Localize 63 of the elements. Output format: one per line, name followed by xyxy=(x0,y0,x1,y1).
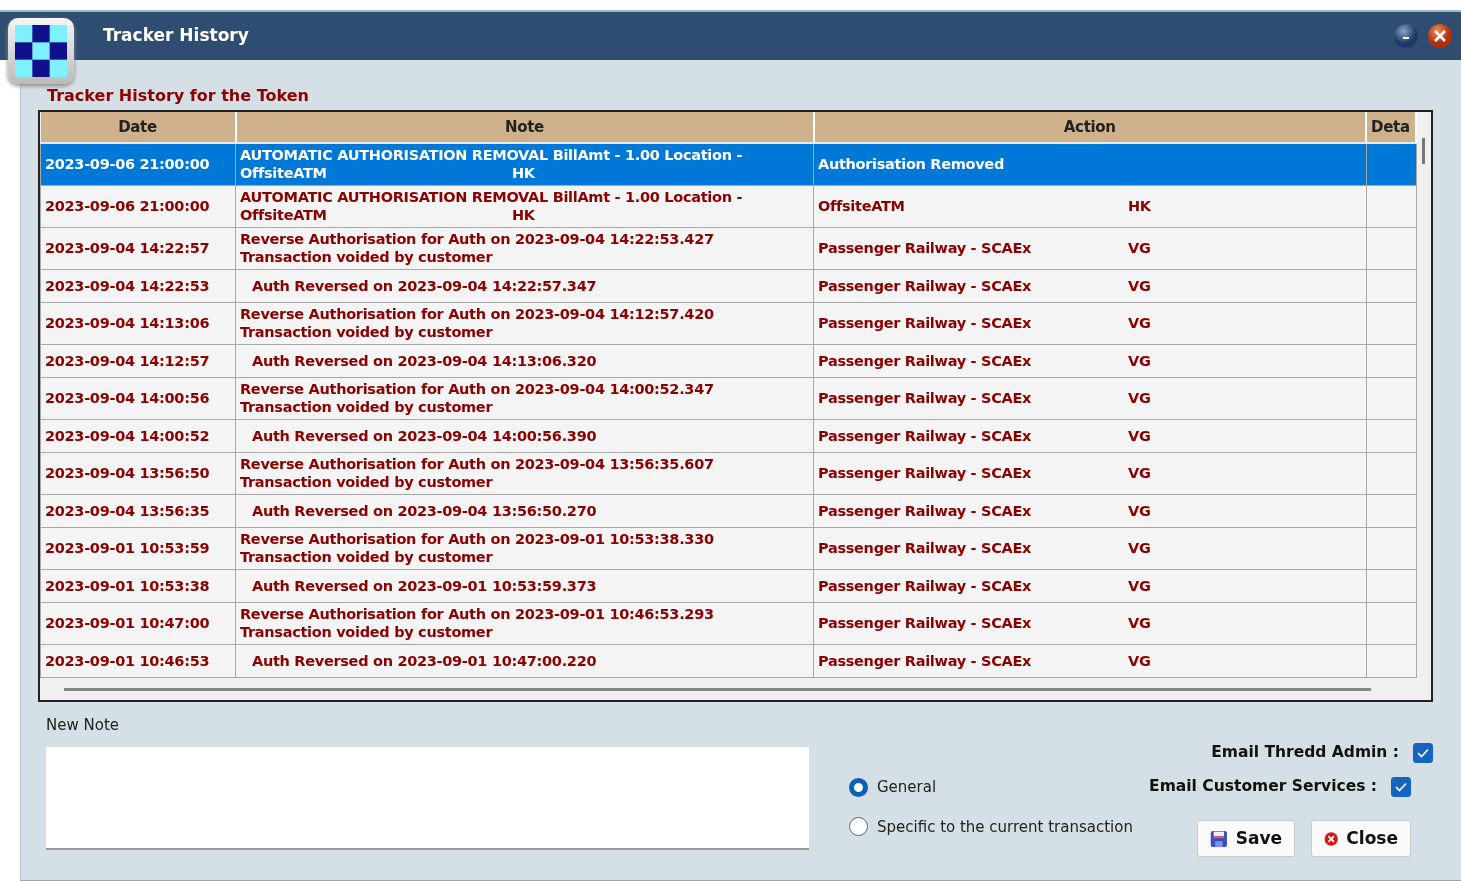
table-cell: Passenger Railway - SCAEx VG xyxy=(813,602,1366,644)
table-cell: Reverse Authorisation for Auth on 2023-09-01 10:46:53.293 Transaction voided by customer xyxy=(235,602,814,644)
checkbox-label: Email Customer Services : xyxy=(1149,776,1377,798)
table-cell: 2023-09-04 14:00:52 xyxy=(40,419,236,452)
table-cell: Passenger Railway - SCAEx VG xyxy=(813,644,1366,677)
table-cell: 2023-09-01 10:53:59 xyxy=(40,527,236,569)
table-cell: Passenger Railway - SCAEx VG xyxy=(813,227,1366,269)
table-cell: 2023-09-04 14:22:57 xyxy=(40,227,236,269)
minimize-button[interactable] xyxy=(1393,23,1419,49)
new-note-label: New Note xyxy=(46,715,120,736)
table-cell: Auth Reversed on 2023-09-04 13:56:50.270 xyxy=(235,494,814,527)
table-cell: Passenger Railway - SCAEx VG xyxy=(813,344,1366,377)
table-cell: Auth Reversed on 2023-09-04 14:00:56.390 xyxy=(235,419,814,452)
radio-option[interactable]: General xyxy=(849,776,1149,799)
table-cell: Passenger Railway - SCAEx VG xyxy=(813,527,1366,569)
table-cell: 2023-09-06 21:00:00 xyxy=(40,143,236,185)
checkbox-label: Email Thredd Admin : xyxy=(1211,742,1399,764)
table-cell: 2023-09-01 10:47:00 xyxy=(40,602,236,644)
table-cell: Reverse Authorisation for Auth on 2023-09-04 14:22:53.427 Transaction voided by customer xyxy=(235,227,814,269)
table-cell: Reverse Authorisation for Auth on 2023-09-04 13:56:35.607 Transaction voided by customer xyxy=(235,452,814,494)
table-cell: Auth Reversed on 2023-09-01 10:47:00.220 xyxy=(235,644,814,677)
table-cell: 2023-09-04 14:13:06 xyxy=(40,302,236,344)
checkbox[interactable] xyxy=(1391,777,1411,797)
note-input-field[interactable] xyxy=(46,746,809,850)
table-cell: Passenger Railway - SCAEx VG xyxy=(813,377,1366,419)
table-cell: 2023-09-04 13:56:50 xyxy=(40,452,236,494)
close-button[interactable] xyxy=(1427,23,1453,49)
check-icon xyxy=(1395,782,1407,792)
table-cell: 2023-09-04 13:56:35 xyxy=(40,494,236,527)
table-cell: Passenger Railway - SCAEx VG xyxy=(813,419,1366,452)
group-title: Tracker History for the Token xyxy=(47,86,310,106)
table-cell: Passenger Railway - SCAEx VG xyxy=(813,494,1366,527)
table-cell: 2023-09-01 10:53:38 xyxy=(40,569,236,602)
table-cell: 2023-09-04 14:12:57 xyxy=(40,344,236,377)
close-button[interactable]: Close xyxy=(1311,820,1411,857)
table-cell: Passenger Railway - SCAEx VG xyxy=(813,569,1366,602)
save-button[interactable]: Save xyxy=(1197,820,1295,857)
column-header[interactable]: Date xyxy=(40,112,236,143)
column-header[interactable]: Note xyxy=(235,112,814,143)
window-title: Tracker History xyxy=(103,24,250,48)
table-cell: Passenger Railway - SCAEx VG xyxy=(813,452,1366,494)
table-cell: Auth Reversed on 2023-09-04 14:13:06.320 xyxy=(235,344,814,377)
table-cell: Auth Reversed on 2023-09-04 14:22:57.347 xyxy=(235,269,814,302)
table-cell: OffsiteATM HK xyxy=(813,185,1366,227)
table-cell: Passenger Railway - SCAEx VG xyxy=(813,269,1366,302)
table-cell: AUTOMATIC AUTHORISATION REMOVAL BillAmt - 1.00 Location - OffsiteATM HK xyxy=(235,143,814,185)
table-cell: 2023-09-04 14:00:56 xyxy=(40,377,236,419)
radio-option[interactable]: Specific to the current transaction xyxy=(849,815,1149,838)
table-cell: 2023-09-04 14:22:53 xyxy=(40,269,236,302)
check-icon xyxy=(1417,748,1429,758)
table-cell: Passenger Railway - SCAEx VG xyxy=(813,302,1366,344)
column-header[interactable]: Action xyxy=(813,112,1366,143)
table-cell: Reverse Authorisation for Auth on 2023-09-04 14:12:57.420 Transaction voided by customer xyxy=(235,302,814,344)
checkbox[interactable] xyxy=(1413,743,1433,763)
app-icon xyxy=(8,18,74,84)
table-cell: Reverse Authorisation for Auth on 2023-09-04 14:00:52.347 Transaction voided by customer xyxy=(235,377,814,419)
table-cell: 2023-09-06 21:00:00 xyxy=(40,185,236,227)
table-cell: Reverse Authorisation for Auth on 2023-09-01 10:53:38.330 Transaction voided by customer xyxy=(235,527,814,569)
table-cell: AUTOMATIC AUTHORISATION REMOVAL BillAmt - 1.00 Location - OffsiteATM HK xyxy=(235,185,814,227)
table-cell: 2023-09-01 10:46:53 xyxy=(40,644,236,677)
table-cell: Auth Reversed on 2023-09-01 10:53:59.373 xyxy=(235,569,814,602)
table-cell: Authorisation Removed xyxy=(813,143,1366,185)
column-header[interactable]: Deta xyxy=(1366,112,1416,143)
